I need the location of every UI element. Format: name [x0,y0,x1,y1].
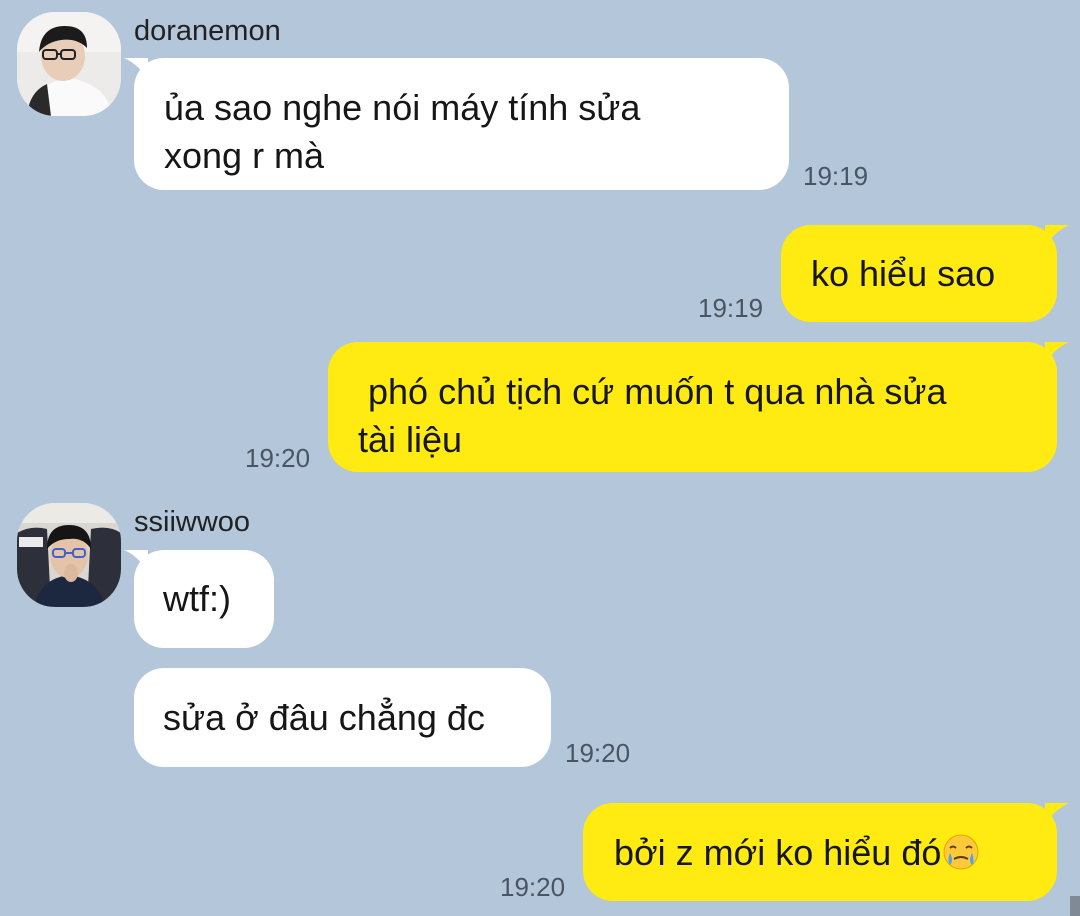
message-text-line: phó chủ tịch cứ muốn t qua nhà sửa [358,371,947,412]
face-holding-back-tears-emoji [941,831,981,871]
message-text-line: tài liệu [358,419,463,460]
message-text-line: xong r mà [164,135,325,176]
message-bubble[interactable]: ko hiểu sao [781,225,1057,322]
message-bubble[interactable]: ủa sao nghe nói máy tính sửa xong r mà [134,58,789,190]
bubble-tail [124,58,148,80]
message-text-line: ủa sao nghe nói máy tính sửa [164,87,641,128]
scrollbar-thumb[interactable] [1070,896,1080,916]
message-bubble[interactable]: sửa ở đâu chẳng đc [134,668,551,767]
bubble-tail [1045,225,1069,247]
message-bubble[interactable]: phó chủ tịch cứ muốn t qua nhà sửa tài l… [328,342,1057,472]
bubble-tail [124,550,148,572]
message-bubble[interactable]: bởi z mới ko hiểu đó [583,803,1057,901]
message-time: 19:20 [500,872,566,902]
avatar-ssiiwwoo[interactable] [17,503,121,607]
message-time: 19:20 [565,738,631,768]
message-time: 19:20 [245,443,311,473]
message-time: 19:19 [803,161,869,191]
avatar-doranemon[interactable] [17,12,121,116]
message-text-line: ko hiểu sao [811,253,996,294]
message-text: bởi z mới ko hiểu đó [614,832,942,873]
message-time: 19:19 [698,293,764,323]
message-text-line: wtf:) [163,578,231,619]
bubble-tail [1045,342,1069,364]
sender-name: ssiiwwoo [134,506,251,538]
message-bubble[interactable]: wtf:) [134,550,274,648]
sender-name: doranemon [134,15,281,47]
message-text-line: sửa ở đâu chẳng đc [163,697,485,738]
bubble-tail [1045,803,1069,825]
